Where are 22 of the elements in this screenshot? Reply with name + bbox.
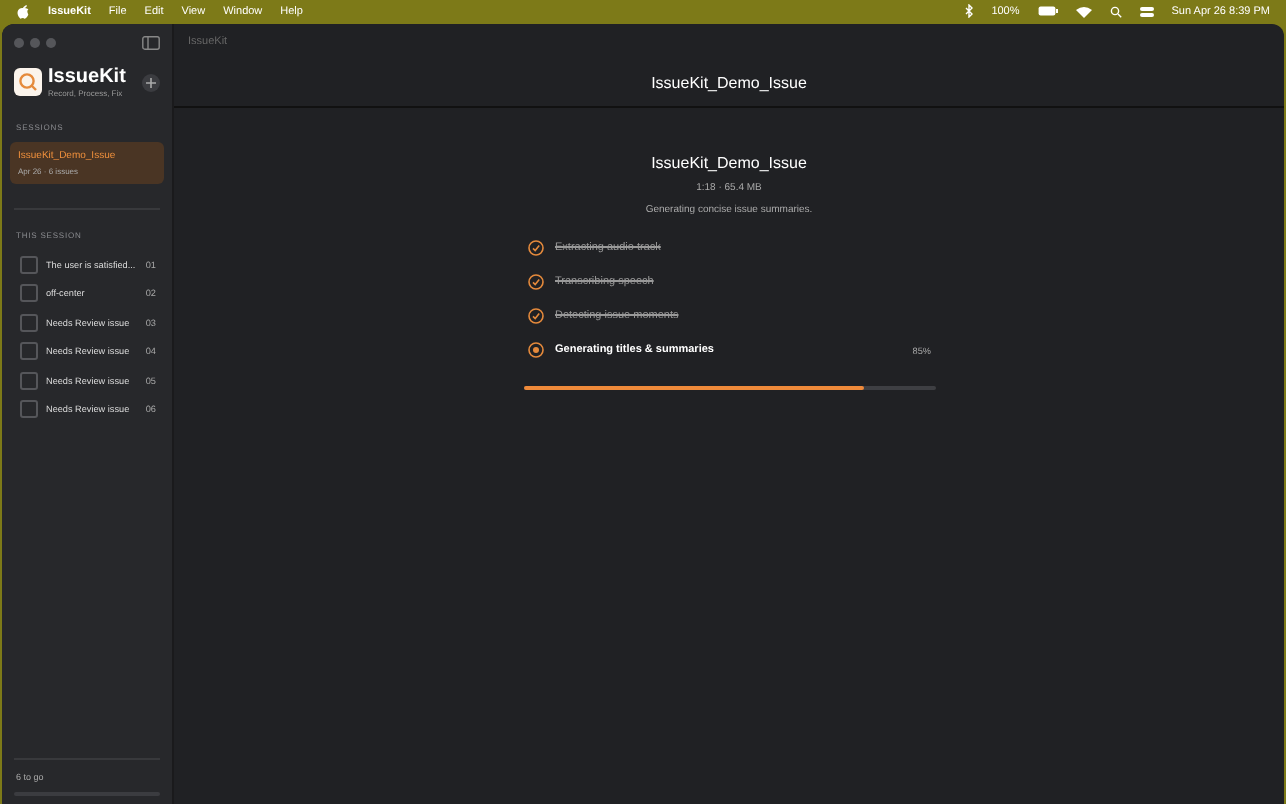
close-button[interactable]	[14, 37, 24, 47]
issue-checkbox[interactable]	[20, 400, 38, 419]
issue-checkbox[interactable]	[20, 371, 38, 390]
wifi-icon[interactable]	[1075, 5, 1092, 17]
session-title: IssueKit_Demo_Issue	[651, 154, 807, 172]
issue-checkbox[interactable]	[20, 284, 38, 303]
issue-checkbox[interactable]	[20, 255, 38, 274]
plus-icon	[146, 77, 156, 87]
app-name: IssueKit	[48, 66, 126, 88]
bluetooth-icon[interactable]	[963, 4, 974, 18]
zoom-button[interactable]	[46, 37, 56, 47]
search-icon[interactable]	[1109, 5, 1122, 17]
minimize-button[interactable]	[30, 37, 40, 47]
issue-checkbox[interactable]	[20, 313, 38, 332]
apple-icon[interactable]	[16, 3, 30, 19]
add-button[interactable]	[142, 73, 160, 91]
control-center-icon[interactable]	[1139, 5, 1154, 17]
app-logo-icon	[14, 68, 42, 96]
battery-icon[interactable]	[1037, 6, 1058, 16]
issue-checkbox[interactable]	[20, 342, 38, 361]
sidebar-toggle-icon[interactable]	[142, 35, 160, 49]
page-header: IssueKit_Demo_Issue	[651, 74, 807, 92]
